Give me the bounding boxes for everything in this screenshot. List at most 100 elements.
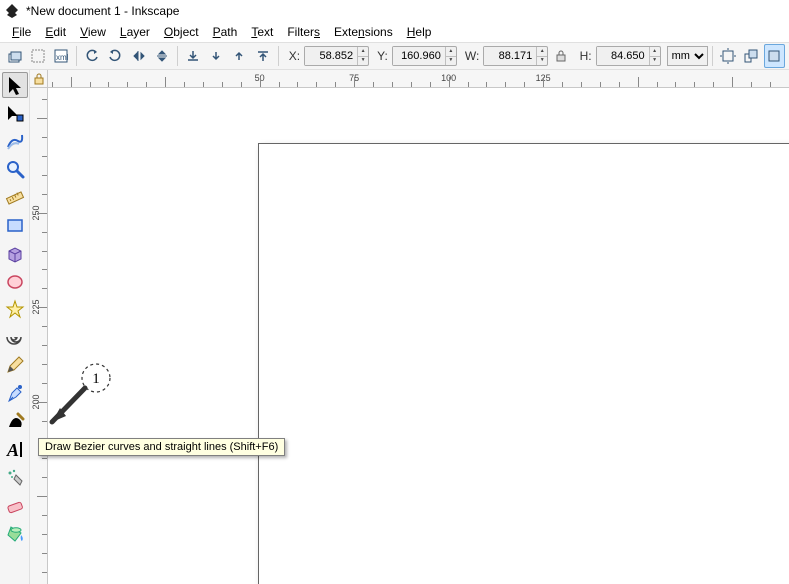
app-window: *New document 1 - Inkscape File Edit Vie… — [0, 0, 789, 584]
bucket-icon — [5, 523, 25, 543]
paintbucket-tool[interactable] — [2, 520, 28, 546]
y-input[interactable] — [393, 47, 445, 65]
x-spin-down[interactable]: ▼ — [358, 57, 368, 66]
y-spin-down[interactable]: ▼ — [446, 57, 456, 66]
pencil-tool[interactable] — [2, 352, 28, 378]
menu-extensions[interactable]: Extensions — [328, 24, 399, 40]
ellipse-icon — [5, 271, 25, 291]
node-icon — [5, 103, 25, 123]
raise-icon[interactable] — [229, 44, 250, 68]
eraser-icon — [5, 495, 25, 515]
star-icon — [5, 299, 25, 319]
affect-move-icon[interactable] — [717, 44, 738, 68]
3dbox-tool[interactable] — [2, 240, 28, 266]
menu-layer[interactable]: Layer — [114, 24, 156, 40]
node-tool[interactable] — [2, 100, 28, 126]
h-field[interactable]: ▲▼ — [596, 46, 661, 66]
flip-v-icon[interactable] — [151, 44, 172, 68]
lower-to-bottom-icon[interactable] — [182, 44, 203, 68]
affect-scale-icon[interactable] — [740, 44, 761, 68]
eraser-tool[interactable] — [2, 492, 28, 518]
x-input[interactable] — [305, 47, 357, 65]
vertical-ruler[interactable]: 250225200 — [30, 88, 48, 584]
affect-pattern-icon[interactable] — [764, 44, 785, 68]
menu-view[interactable]: View — [74, 24, 112, 40]
calligraphy-tool[interactable] — [2, 408, 28, 434]
h-input[interactable] — [597, 47, 649, 65]
xml-icon[interactable]: xml — [51, 44, 72, 68]
measure-icon — [5, 187, 25, 207]
h-spin-down[interactable]: ▼ — [650, 57, 660, 66]
tool-options-toolbar: xml X: ▲▼ Y: ▲▼ W: ▲▼ H: ▲▼ — [0, 42, 789, 70]
menu-filters[interactable]: Filters — [281, 24, 326, 40]
selector-tool[interactable] — [2, 72, 28, 98]
star-tool[interactable] — [2, 296, 28, 322]
raise-to-top-icon[interactable] — [252, 44, 273, 68]
w-input[interactable] — [484, 47, 536, 65]
rotate-ccw-icon[interactable] — [81, 44, 102, 68]
annotation-number: 1 — [92, 371, 100, 387]
main-row: A 5075100125 250225200 Draw Bezier curve… — [0, 70, 789, 584]
unit-select[interactable]: mmpxptincm — [667, 46, 708, 66]
y-spin-up[interactable]: ▲ — [446, 47, 456, 57]
spiral-tool[interactable] — [2, 324, 28, 350]
menu-file[interactable]: File — [6, 24, 37, 40]
menu-path[interactable]: Path — [207, 24, 244, 40]
flip-h-icon[interactable] — [128, 44, 149, 68]
y-label: Y: — [377, 49, 388, 63]
window-title: *New document 1 - Inkscape — [26, 4, 179, 18]
rotate-cw-icon[interactable] — [105, 44, 126, 68]
canvas[interactable] — [48, 88, 789, 584]
tweak-tool[interactable] — [2, 128, 28, 154]
x-spin-up[interactable]: ▲ — [358, 47, 368, 57]
zoom-icon — [5, 159, 25, 179]
app-logo-icon — [4, 3, 20, 19]
w-label: W: — [465, 49, 479, 63]
calligraphy-icon — [5, 411, 25, 431]
text-tool[interactable]: A — [2, 436, 28, 462]
svg-text:xml: xml — [56, 53, 69, 62]
zoom-tool[interactable] — [2, 156, 28, 182]
w-field[interactable]: ▲▼ — [483, 46, 548, 66]
menu-object[interactable]: Object — [158, 24, 205, 40]
titlebar: *New document 1 - Inkscape — [0, 0, 789, 22]
h-spin-up[interactable]: ▲ — [650, 47, 660, 57]
svg-text:A: A — [6, 440, 19, 459]
w-spin-down[interactable]: ▼ — [537, 57, 547, 66]
lock-guides-icon[interactable] — [33, 73, 45, 85]
w-spin-up[interactable]: ▲ — [537, 47, 547, 57]
x-label: X: — [289, 49, 300, 63]
lower-icon[interactable] — [205, 44, 226, 68]
layers-icon[interactable] — [4, 44, 25, 68]
spiral-icon — [5, 327, 25, 347]
menu-text[interactable]: Text — [245, 24, 279, 40]
lock-ratio-icon[interactable] — [550, 44, 571, 68]
arrow-icon — [5, 75, 25, 95]
rect-icon — [5, 215, 25, 235]
pick-color-icon[interactable] — [27, 44, 48, 68]
ellipse-tool[interactable] — [2, 268, 28, 294]
menu-edit[interactable]: Edit — [39, 24, 72, 40]
spray-tool[interactable] — [2, 464, 28, 490]
x-field[interactable]: ▲▼ — [304, 46, 369, 66]
pen-icon — [5, 383, 25, 403]
pencil-icon — [5, 355, 25, 375]
page-outline — [258, 143, 789, 584]
h-label: H: — [580, 49, 592, 63]
tooltip: Draw Bezier curves and straight lines (S… — [38, 438, 285, 456]
rectangle-tool[interactable] — [2, 212, 28, 238]
annotation-callout: 1 — [40, 360, 120, 440]
toolbox: A — [0, 70, 30, 584]
horizontal-ruler[interactable]: 5075100125 — [30, 70, 789, 88]
ruler-corner — [30, 70, 48, 88]
menu-help[interactable]: Help — [401, 24, 438, 40]
text-icon: A — [5, 439, 25, 459]
menubar: File Edit View Layer Object Path Text Fi… — [0, 22, 789, 42]
workarea: 5075100125 250225200 Draw Bezier curves … — [30, 70, 789, 584]
y-field[interactable]: ▲▼ — [392, 46, 457, 66]
spray-icon — [5, 467, 25, 487]
box3d-icon — [5, 243, 25, 263]
tweak-icon — [5, 131, 25, 151]
measure-tool[interactable] — [2, 184, 28, 210]
bezier-tool[interactable] — [2, 380, 28, 406]
